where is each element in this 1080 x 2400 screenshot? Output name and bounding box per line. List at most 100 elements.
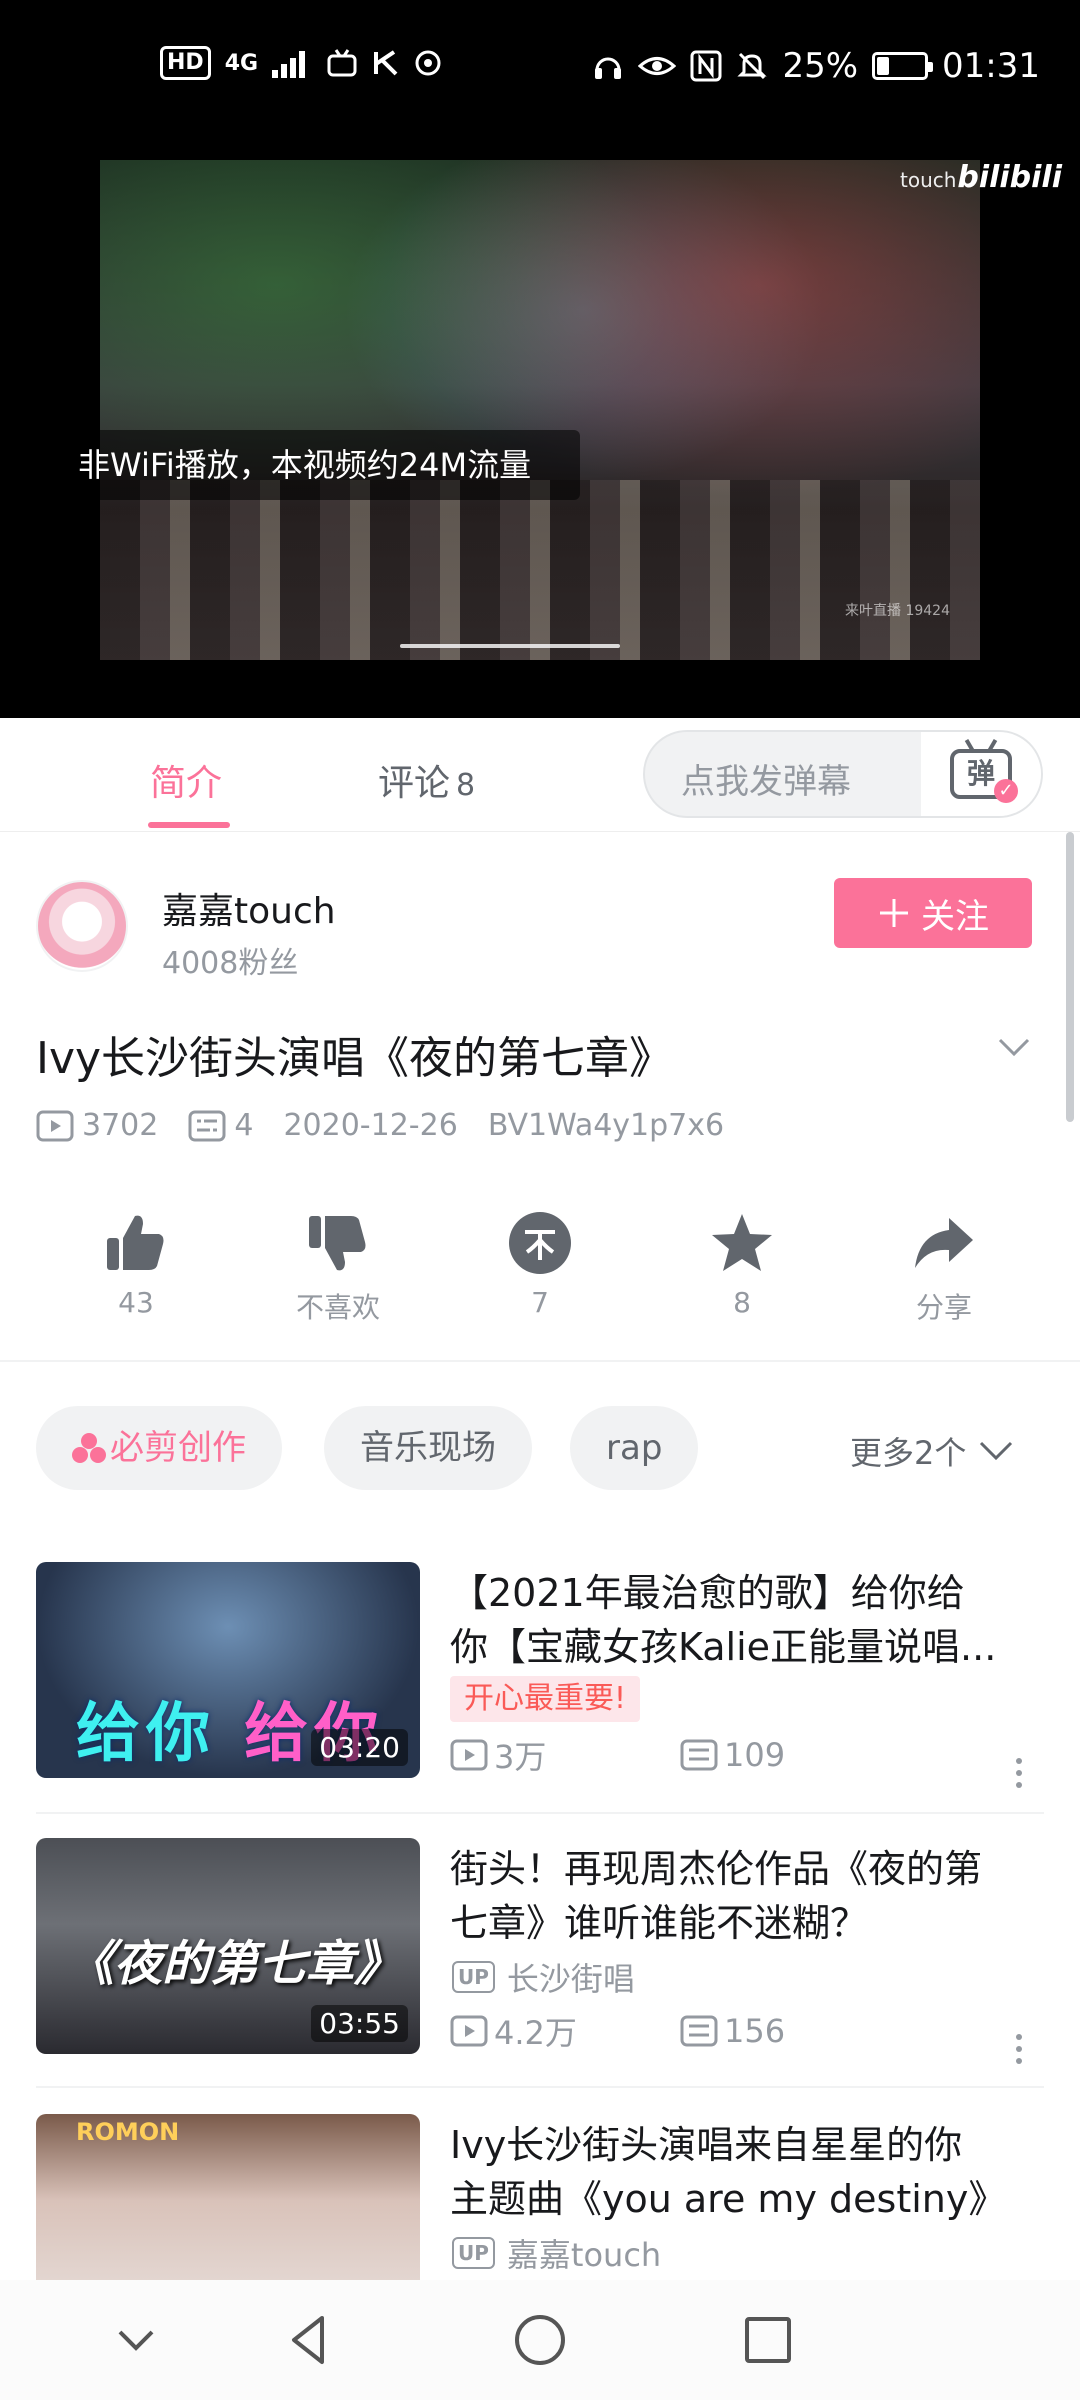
like-button[interactable]: 43 [66,1210,206,1319]
share-icon [915,1218,973,1268]
thumbs-up-icon [107,1215,164,1270]
thumbnail-caption-a: 给你 [76,1697,216,1771]
video-thumbnail[interactable]: 《夜的第七章》 03:55 [36,1838,420,2054]
view-count: 4.2万 [450,2008,680,2054]
status-right: 25% 01:31 [592,46,1040,86]
related-stats: 3万 109 [450,1732,1050,1778]
view-count-value: 3702 [82,1108,159,1143]
gesture-indicator [400,644,620,648]
list-divider [36,1812,1044,1814]
recommend-badge: 开心最重要! [450,1676,641,1722]
video-thumbnail[interactable]: 给你 给你 03:20 [36,1562,420,1778]
back-icon[interactable] [280,2310,340,2370]
data-usage-toast: 非WiFi播放，本视频约24M流量 [60,430,580,500]
share-label: 分享 [915,1291,972,1324]
view-count-value: 3万 [494,1738,547,1776]
more-tags-button[interactable]: 更多2个 [850,1428,1014,1474]
view-count: 3702 [36,1108,158,1143]
recents-icon[interactable] [738,2310,798,2370]
battery-percent: 25% [782,46,859,86]
more-tags-label: 更多2个 [850,1434,967,1472]
tab-active-indicator [148,822,230,828]
bvid: BV1Wa4y1p7x6 [487,1108,725,1143]
publish-date: 2020-12-26 [283,1108,458,1143]
plus-icon [880,899,908,927]
comment-count-value: 156 [724,2012,786,2050]
clock: 01:31 [942,46,1040,86]
system-nav-bar [0,2280,1080,2400]
comment-count-value: 109 [724,1736,786,1774]
related-title-line-2: 主题曲《you are my destiny》 [450,2177,1007,2221]
coin-icon [509,1212,571,1274]
hd-icon: HD [160,46,211,80]
danmaku-input[interactable]: 点我发弹幕 弹 ✓ [643,730,1043,818]
tag-rap[interactable]: rap [570,1406,699,1490]
tab-comments-label: 评论 [378,763,451,804]
view-count-value: 4.2万 [494,2014,577,2052]
favorite-button[interactable]: 8 [672,1210,812,1319]
list-divider [36,2086,1044,2088]
related-title-line-1: 【2021年最治愈的歌】给你给 [450,1571,965,1615]
uploader-name[interactable]: 嘉嘉touch [162,882,336,934]
section-divider [0,1360,1080,1362]
related-video-1[interactable]: 给你 给你 03:20 【2021年最治愈的歌】给你给 你【宝藏女孩Kalie正… [0,1562,1080,1802]
home-icon[interactable] [510,2310,570,2370]
related-uploader[interactable]: UP 长沙街唱 [452,1954,635,2000]
video-scene [100,480,980,660]
like-count: 43 [118,1286,154,1319]
related-title-line-2: 你【宝藏女孩Kalie正能量说唱... [450,1625,997,1669]
bijian-icon [72,1433,106,1463]
danmaku-count-icon [188,1110,226,1141]
coin-count: 7 [531,1286,549,1319]
tab-intro[interactable]: 简介 [150,754,222,806]
bilibili-logo: bilibili [957,160,1062,195]
battery-icon [872,52,934,80]
video-frame[interactable]: 来叶直播 19424 [100,160,980,660]
danmaku-icon-glyph: 弹 [966,757,995,790]
related-video-3[interactable]: ROMON Ivy长沙街头演唱来自星星的你 主题曲《you are my des… [0,2114,1080,2280]
video-player[interactable]: 来叶直播 19424 touch bilibili 非WiFi播放，本视频约24… [0,140,1080,718]
hotspot-icon [415,50,441,76]
video-duration: 03:20 [311,1729,408,1766]
danmaku-placeholder: 点我发弹幕 [681,762,851,802]
uploader-avatar[interactable] [36,880,128,972]
more-options-icon[interactable] [1016,1758,1022,1794]
related-title[interactable]: 街头！再现周杰伦作品《夜的第 七章》谁听谁能不迷糊？ [450,1842,1050,1950]
chevron-down-icon[interactable] [106,2310,166,2370]
coin-button[interactable]: 7 [470,1210,610,1319]
dislike-button[interactable]: 不喜欢 [268,1210,408,1326]
signal-icon [272,51,306,78]
k-app-icon [374,50,398,76]
danmaku-count-icon [680,1739,718,1771]
share-button[interactable]: 分享 [874,1210,1014,1326]
status-left: HD 4G [160,46,446,80]
more-options-icon[interactable] [1016,2034,1022,2070]
network-type: 4G [224,50,259,76]
mute-icon [737,52,768,80]
play-count-icon [450,2015,488,2047]
related-uploader[interactable]: UP 嘉嘉touch [452,2230,661,2276]
uploader-fans: 4008粉丝 [162,946,299,981]
tag-music-live[interactable]: 音乐现场 [324,1406,532,1490]
scrollbar[interactable] [1066,832,1074,1122]
battery-fill [877,57,890,75]
related-title[interactable]: Ivy长沙街头演唱来自星星的你 主题曲《you are my destiny》 [450,2118,1050,2226]
favorite-count: 8 [733,1286,751,1319]
play-count-icon [36,1110,74,1141]
danmaku-toggle-button[interactable]: 弹 ✓ [921,732,1041,816]
video-thumbnail[interactable]: ROMON [36,2114,420,2280]
tab-comments[interactable]: 评论 8 [378,754,475,806]
comment-count: 109 [680,1736,910,1774]
related-title[interactable]: 【2021年最治愈的歌】给你给 你【宝藏女孩Kalie正能量说唱... [450,1566,1050,1674]
related-video-2[interactable]: 《夜的第七章》 03:55 街头！再现周杰伦作品《夜的第 七章》谁听谁能不迷糊？… [0,1838,1080,2078]
tag-bijian[interactable]: 必剪创作 [36,1406,282,1490]
related-title-line-1: 街头！再现周杰伦作品《夜的第 [450,1847,983,1891]
thumbs-down-icon [309,1216,366,1271]
related-uploader-name: 嘉嘉touch [506,2236,662,2274]
chevron-down-icon[interactable] [996,1030,1032,1066]
follow-button[interactable]: 关注 [834,878,1032,948]
thumbnail-caption: 《夜的第七章》 [66,1936,403,1992]
related-title-line-2: 七章》谁听谁能不迷糊？ [450,1901,869,1945]
headphones-icon [595,57,622,79]
tv-app-icon [327,49,357,77]
